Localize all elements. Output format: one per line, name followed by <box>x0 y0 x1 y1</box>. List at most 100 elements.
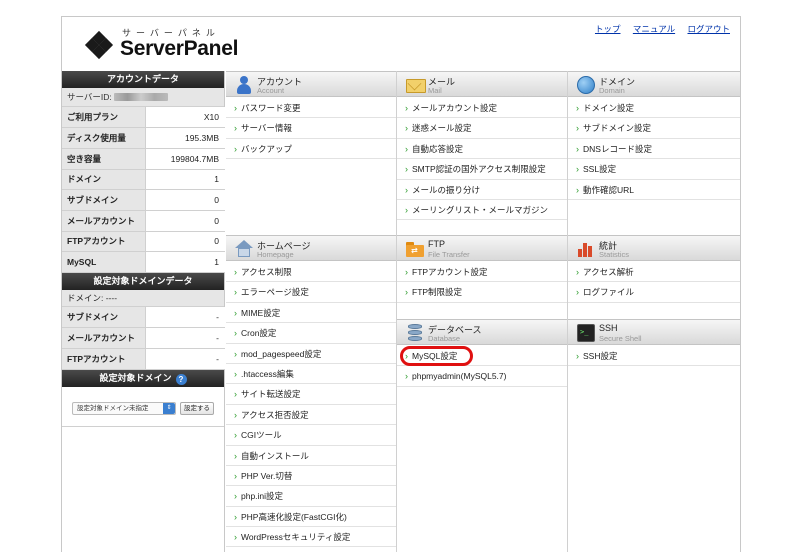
chevron-right-icon: › <box>576 287 579 298</box>
column-right: ドメイン Domain › ドメイン設定 › サブドメイン設定 › DNSレコード設定… <box>568 71 740 552</box>
server-id: サーバーID: <box>62 88 224 107</box>
section-account: アカウント Account <box>226 71 396 97</box>
menu-grid: アカウント Account › パスワード変更 › サーバー情報 › バックアップ ホ… <box>226 71 740 552</box>
server-panel-window: サーバーパネル ServerPanel トップ マニュアル ログアウト アカウン… <box>61 16 741 552</box>
logo-diamond-icon <box>84 30 114 63</box>
table-row: メールアカウント 0 <box>62 210 225 232</box>
menu-item-auto-install[interactable]: › 自動インストール <box>226 446 396 466</box>
logout-link[interactable]: ログアウト <box>687 24 730 34</box>
ftp-items: › FTPアカウント設定 › FTP制限設定 <box>397 262 567 303</box>
table-row: ドメイン 1 <box>62 169 225 191</box>
terminal-icon <box>577 324 595 342</box>
chevron-right-icon: › <box>405 204 408 215</box>
menu-item-ssh[interactable]: › SSH設定 <box>568 346 740 367</box>
menu-item-php-ini[interactable]: › php.ini設定 <box>226 486 396 507</box>
stats-items: › アクセス解析 › ログファイル <box>568 262 740 303</box>
menu-item-error-page[interactable]: › エラーページ設定 <box>226 282 396 303</box>
chevron-right-icon: › <box>234 389 237 400</box>
chevron-right-icon: › <box>234 532 237 543</box>
menu-item-mailing-list[interactable]: › メーリングリスト・メールマガジン <box>397 200 567 221</box>
server-id-redacted <box>113 93 168 101</box>
ssh-items: › SSH設定 <box>568 346 740 367</box>
menu-item-access-analysis[interactable]: › アクセス解析 <box>568 262 740 283</box>
chevron-right-icon: › <box>234 368 237 379</box>
chevron-right-icon: › <box>405 103 408 113</box>
mysql-highlight-circle <box>400 346 473 366</box>
menu-item-pagespeed[interactable]: › mod_pagespeed設定 <box>226 344 396 364</box>
menu-item-cron[interactable]: › Cron設定 <box>226 323 396 344</box>
menu-item-mail-filter[interactable]: › メールの振り分け <box>397 180 567 200</box>
section-ftp: ⇄ FTP File Transfer <box>397 235 567 261</box>
chevron-right-icon: › <box>234 470 237 481</box>
chevron-right-icon: › <box>234 287 237 298</box>
chevron-right-icon: › <box>405 164 408 175</box>
target-domain-title: 設定対象ドメイン? <box>62 369 224 387</box>
table-row: ディスク使用量 195.3MB <box>62 127 225 149</box>
menu-item-backup[interactable]: › バックアップ <box>226 139 396 160</box>
chevron-right-icon: › <box>234 123 237 134</box>
section-statistics: 統計 Statistics <box>568 235 740 261</box>
chevron-right-icon: › <box>405 143 408 154</box>
menu-item-fastcgi[interactable]: › PHP高速化設定(FastCGI化) <box>226 507 396 528</box>
menu-item-ftp-restriction[interactable]: › FTP制限設定 <box>397 282 567 303</box>
section-mail: メール Mail <box>397 71 567 97</box>
menu-item-auto-reply[interactable]: › 自動応答設定 <box>397 139 567 160</box>
sidebar: アカウントデータ サーバーID: ご利用プラン X10 ディスク使用量 195.3M… <box>62 71 225 552</box>
chevron-right-icon: › <box>405 184 408 195</box>
menu-item-spam[interactable]: › 迷惑メール設定 <box>397 118 567 139</box>
menu-item-access-deny[interactable]: › アクセス拒否設定 <box>226 405 396 426</box>
person-icon <box>235 76 253 94</box>
menu-item-domain[interactable]: › ドメイン設定 <box>568 98 740 119</box>
menu-item-access-restriction[interactable]: › アクセス制限 <box>226 262 396 283</box>
menu-item-php-version[interactable]: › PHP Ver.切替 <box>226 466 396 487</box>
menu-item-ssl[interactable]: › SSL設定 <box>568 159 740 180</box>
chevron-right-icon: › <box>234 307 237 318</box>
chevron-right-icon: › <box>576 123 579 134</box>
menu-item-cgi-tools[interactable]: › CGIツール <box>226 425 396 446</box>
chevron-right-icon: › <box>576 351 579 361</box>
menu-item-dns[interactable]: › DNSレコード設定 <box>568 139 740 160</box>
chevron-right-icon: › <box>234 267 237 277</box>
header: サーバーパネル ServerPanel トップ マニュアル ログアウト <box>62 17 740 71</box>
menu-item-subdomain[interactable]: › サブドメイン設定 <box>568 118 740 139</box>
chevron-right-icon: › <box>576 184 579 195</box>
domain-select[interactable]: 設定対象ドメイン未指定 ⇕ <box>72 401 176 415</box>
menu-item-password[interactable]: › パスワード変更 <box>226 98 396 119</box>
menu-item-mail-account[interactable]: › メールアカウント設定 <box>397 98 567 119</box>
chevron-right-icon: › <box>576 164 579 175</box>
menu-item-htaccess[interactable]: › .htaccess編集 <box>226 364 396 385</box>
help-icon[interactable]: ? <box>175 373 187 385</box>
menu-item-site-redirect[interactable]: › サイト転送設定 <box>226 384 396 405</box>
globe-icon <box>577 76 595 94</box>
account-items: › パスワード変更 › サーバー情報 › バックアップ <box>226 98 396 160</box>
account-data-title: アカウントデータ <box>62 71 224 88</box>
domain-stats-table: サブドメイン - メールアカウント - FTPアカウント - <box>62 307 225 370</box>
chevron-right-icon: › <box>234 450 237 461</box>
section-homepage: ホームページ Homepage <box>226 235 396 261</box>
menu-item-server-info[interactable]: › サーバー情報 <box>226 118 396 139</box>
menu-item-phpmyadmin[interactable]: › phpmyadmin(MySQL5.7) <box>397 366 567 387</box>
select-arrows-icon: ⇕ <box>163 402 175 414</box>
top-link[interactable]: トップ <box>595 24 621 34</box>
set-domain-button[interactable]: 設定する <box>180 401 214 415</box>
menu-item-test-url[interactable]: › 動作確認URL <box>568 180 740 200</box>
menu-item-smtp-restriction[interactable]: › SMTP認証の国外アクセス制限設定 <box>397 159 567 180</box>
chevron-right-icon: › <box>405 123 408 134</box>
column-left: アカウント Account › パスワード変更 › サーバー情報 › バックアップ ホ… <box>226 71 397 552</box>
database-icon <box>406 324 424 342</box>
domain-items: › ドメイン設定 › サブドメイン設定 › DNSレコード設定 › SSL設定 › 動作確… <box>568 98 740 200</box>
domain-data-title: 設定対象ドメインデータ <box>62 273 224 290</box>
menu-item-log-files[interactable]: › ログファイル <box>568 282 740 303</box>
menu-item-wp-security[interactable]: › WordPressセキュリティ設定 <box>226 527 396 548</box>
section-database: データベース Database <box>397 319 567 345</box>
menu-item-mime[interactable]: › MIME設定 <box>226 303 396 324</box>
chevron-right-icon: › <box>234 491 237 502</box>
chevron-right-icon: › <box>405 371 408 382</box>
house-icon <box>235 240 253 258</box>
section-ssh: SSH Secure Shell <box>568 319 740 345</box>
manual-link[interactable]: マニュアル <box>633 24 675 34</box>
chevron-right-icon: › <box>234 511 237 522</box>
menu-item-ftp-account[interactable]: › FTPアカウント設定 <box>397 262 567 283</box>
ftp-folder-icon: ⇄ <box>406 240 424 258</box>
table-row: FTPアカウント 0 <box>62 231 225 253</box>
